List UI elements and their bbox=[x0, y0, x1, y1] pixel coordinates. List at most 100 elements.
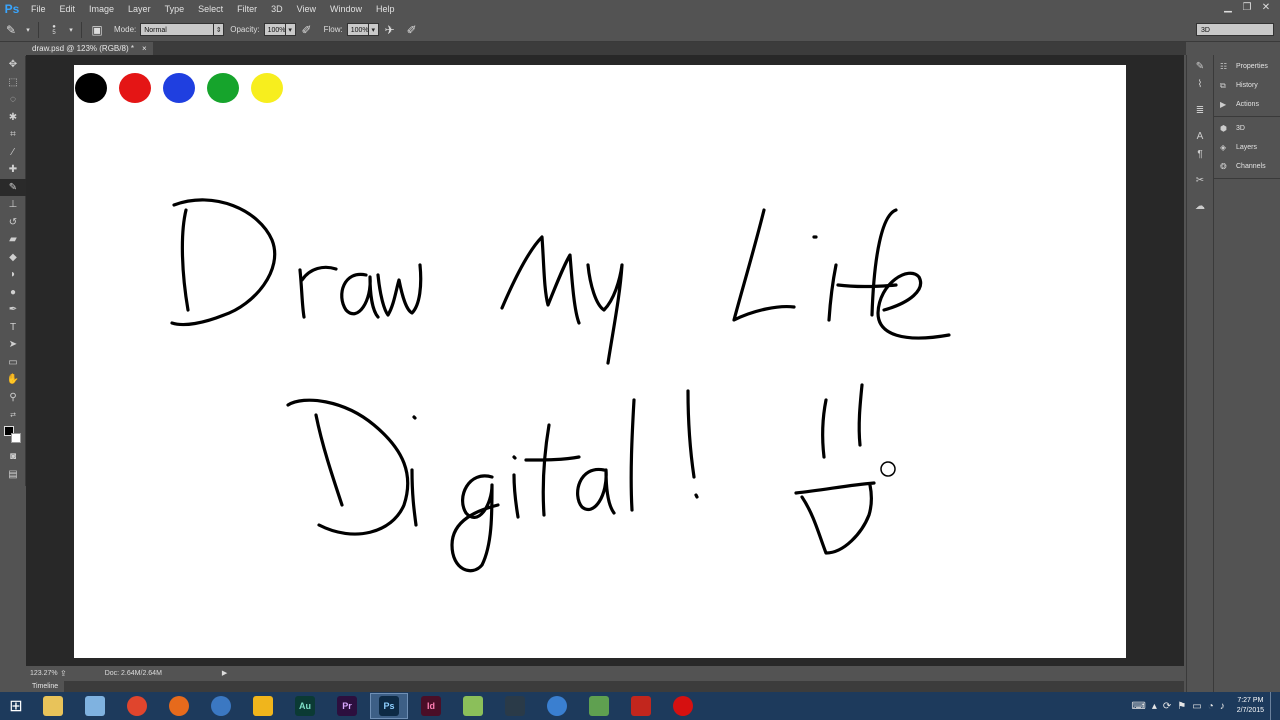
zoom-tool-icon[interactable]: ⚲ bbox=[0, 389, 26, 407]
monitor-icon[interactable]: ▭ bbox=[1192, 701, 1201, 712]
taskbar-app-thunderbird[interactable] bbox=[202, 693, 240, 719]
3d-panel-button[interactable]: ⬢ 3D bbox=[1214, 119, 1280, 138]
menu-help[interactable]: Help bbox=[369, 0, 402, 18]
taskbar-app-app-12[interactable] bbox=[496, 693, 534, 719]
eraser-tool-icon[interactable]: ▰ bbox=[0, 231, 26, 249]
menu-view[interactable]: View bbox=[290, 0, 323, 18]
taskbar-app-app-2[interactable] bbox=[76, 693, 114, 719]
properties-panel-button[interactable]: ☷ Properties bbox=[1214, 57, 1280, 76]
mode-select[interactable]: Normal bbox=[140, 23, 215, 36]
paint-bucket-tool-icon[interactable]: ◆ bbox=[0, 249, 26, 267]
status-share-icon[interactable]: ⇪ bbox=[60, 669, 67, 678]
actions-panel-button[interactable]: ▶ Actions bbox=[1214, 95, 1280, 114]
minimize-icon[interactable]: ▁ bbox=[1220, 1, 1236, 14]
channels-panel-button[interactable]: ❂ Channels bbox=[1214, 157, 1280, 176]
hand-tool-icon[interactable]: ✋ bbox=[0, 371, 26, 389]
flag-icon[interactable]: ⚑ bbox=[1177, 701, 1186, 712]
close-icon[interactable]: ✕ bbox=[1258, 1, 1274, 14]
brush-size-picker[interactable]: ● 5 bbox=[45, 21, 63, 39]
flow-dropdown-icon[interactable]: ▾ bbox=[368, 23, 379, 36]
clone-stamp-tool-icon[interactable]: ⊥ bbox=[0, 196, 26, 214]
quick-mask-icon[interactable]: ◙ bbox=[0, 448, 26, 466]
taskbar-app-chrome[interactable] bbox=[118, 693, 156, 719]
sync-icon[interactable]: ⟳ bbox=[1163, 701, 1171, 712]
pen-tool-icon[interactable]: ✒ bbox=[0, 301, 26, 319]
mode-dropdown-icon[interactable]: ⇕ bbox=[214, 23, 225, 36]
menu-file[interactable]: File bbox=[24, 0, 53, 18]
taskbar-app-recorder[interactable] bbox=[664, 693, 702, 719]
show-desktop-button[interactable] bbox=[1270, 692, 1276, 720]
crop-tool-icon[interactable]: ⌗ bbox=[0, 126, 26, 144]
volume-icon[interactable]: ♪ bbox=[1220, 701, 1225, 712]
status-menu-arrow-icon[interactable]: ▶ bbox=[222, 669, 227, 677]
menu-image[interactable]: Image bbox=[82, 0, 121, 18]
document-tab[interactable]: draw.psd @ 123% (RGB/8) * × bbox=[26, 42, 153, 55]
menu-type[interactable]: Type bbox=[158, 0, 192, 18]
eyedropper-tool-icon[interactable]: ⁄ bbox=[0, 144, 26, 162]
menu-select[interactable]: Select bbox=[191, 0, 230, 18]
opacity-input[interactable]: 100% bbox=[263, 23, 286, 36]
background-color-swatch[interactable] bbox=[11, 433, 21, 443]
document-canvas[interactable] bbox=[74, 65, 1126, 658]
menu-edit[interactable]: Edit bbox=[53, 0, 83, 18]
menu-layer[interactable]: Layer bbox=[121, 0, 158, 18]
taskbar-app-filezilla[interactable] bbox=[622, 693, 660, 719]
network-icon[interactable]: ◔ bbox=[1208, 701, 1214, 712]
layers-panel-button[interactable]: ◈ Layers bbox=[1214, 138, 1280, 157]
history-brush-tool-icon[interactable]: ↺ bbox=[0, 214, 26, 232]
dodge-tool-icon[interactable]: ● bbox=[0, 284, 26, 302]
marquee-tool-icon[interactable]: ⬚ bbox=[0, 74, 26, 92]
path-selection-tool-icon[interactable]: ➤ bbox=[0, 336, 26, 354]
brush-presets-icon[interactable]: ≣ bbox=[1187, 101, 1213, 119]
brush-tool-preset-icon[interactable]: ✎ bbox=[2, 21, 20, 39]
tablet-pressure-size-icon[interactable]: ✐ bbox=[403, 21, 421, 39]
menu-window[interactable]: Window bbox=[323, 0, 369, 18]
tablet-pressure-opacity-icon[interactable]: ✐ bbox=[298, 21, 316, 39]
tray-overflow-icon[interactable]: ▴ bbox=[1152, 701, 1157, 712]
taskbar-app-firefox[interactable] bbox=[160, 693, 198, 719]
taskbar-app-file-explorer[interactable] bbox=[34, 693, 72, 719]
clock[interactable]: 7:27 PM 2/7/2015 bbox=[1237, 696, 1264, 716]
letter-w bbox=[376, 263, 423, 317]
move-tool-icon[interactable]: ✥ bbox=[0, 56, 26, 74]
tool-presets-icon[interactable]: ✎ bbox=[1187, 57, 1213, 75]
blur-tool-icon[interactable]: ◗ bbox=[0, 266, 26, 284]
paragraph-panel-icon[interactable]: ¶ bbox=[1187, 145, 1213, 163]
preset-dropdown-icon[interactable]: ▾ bbox=[24, 21, 32, 39]
taskbar-app-app-11[interactable] bbox=[454, 693, 492, 719]
airbrush-icon[interactable]: ✈ bbox=[381, 21, 399, 39]
start-button[interactable]: ⊞ bbox=[0, 692, 32, 720]
brush-tool-icon[interactable]: ✎ bbox=[0, 178, 26, 196]
creative-cloud-icon[interactable]: ☁ bbox=[1187, 197, 1213, 215]
flow-input[interactable]: 100% bbox=[346, 23, 369, 36]
menu-3d[interactable]: 3D bbox=[264, 0, 290, 18]
screen-mode-icon[interactable]: ▤ bbox=[0, 466, 26, 484]
close-tab-icon[interactable]: × bbox=[142, 42, 147, 55]
healing-brush-tool-icon[interactable]: ✚ bbox=[0, 161, 26, 179]
tool-settings-icon[interactable]: ✂ bbox=[1187, 171, 1213, 189]
brush-panel-icon[interactable]: ⌇ bbox=[1187, 75, 1213, 93]
quick-selection-tool-icon[interactable]: ✱ bbox=[0, 109, 26, 127]
taskbar-app-itunes[interactable] bbox=[538, 693, 576, 719]
opacity-dropdown-icon[interactable]: ▾ bbox=[285, 23, 296, 36]
taskbar-app-premiere[interactable]: Pr bbox=[328, 693, 366, 719]
history-panel-button[interactable]: ⧉ History bbox=[1214, 76, 1280, 95]
zoom-level[interactable]: 123.27% bbox=[26, 670, 60, 677]
taskbar-app-audition[interactable]: Au bbox=[286, 693, 324, 719]
menu-filter[interactable]: Filter bbox=[230, 0, 264, 18]
lasso-tool-icon[interactable]: ◌ bbox=[0, 91, 26, 109]
timeline-tab[interactable]: Timeline bbox=[26, 681, 65, 692]
character-panel-icon[interactable]: A bbox=[1187, 127, 1213, 145]
workspace-select[interactable]: 3D bbox=[1196, 23, 1274, 36]
taskbar-app-app-14[interactable] bbox=[580, 693, 618, 719]
swap-colors-icon[interactable]: ⇄ bbox=[0, 406, 26, 424]
taskbar-app-photoshop[interactable]: Ps bbox=[370, 693, 408, 719]
restore-icon[interactable]: ❐ bbox=[1239, 1, 1255, 14]
taskbar-app-indesign[interactable]: Id bbox=[412, 693, 450, 719]
type-tool-icon[interactable]: T bbox=[0, 319, 26, 337]
brush-panel-toggle-icon[interactable]: ▣ bbox=[88, 21, 106, 39]
brush-dropdown-icon[interactable]: ▾ bbox=[67, 21, 75, 39]
rectangle-tool-icon[interactable]: ▭ bbox=[0, 354, 26, 372]
keyboard-icon[interactable]: ⌨ bbox=[1131, 701, 1145, 712]
taskbar-app-app-6[interactable] bbox=[244, 693, 282, 719]
